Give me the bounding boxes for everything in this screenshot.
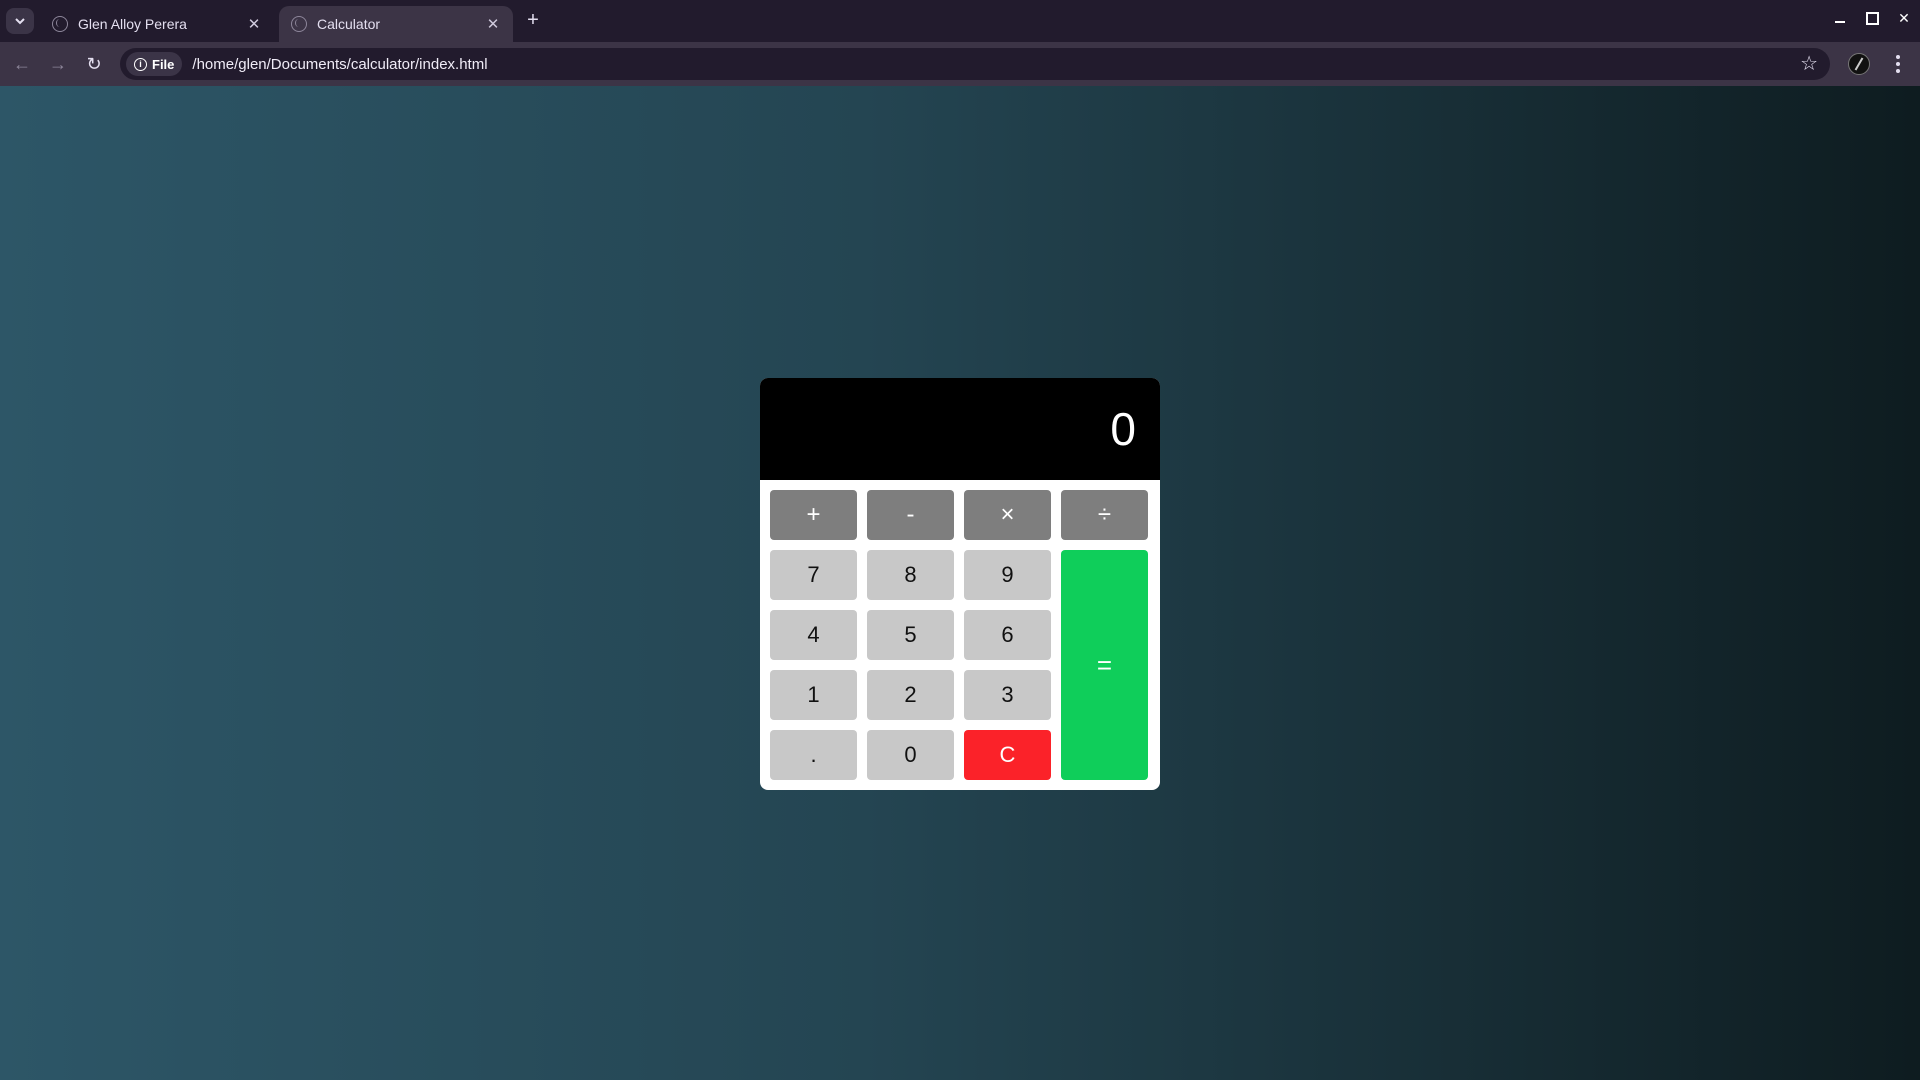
maximize-icon[interactable]: [1864, 10, 1880, 26]
keypad: + - × ÷ 7 8 9 = 4 5 6 1 2 3 . 0 C: [770, 490, 1148, 780]
digit-4-button[interactable]: 4: [770, 610, 857, 660]
globe-icon: [52, 16, 68, 32]
bookmark-star-icon[interactable]: ☆: [1800, 52, 1818, 76]
digit-3-button[interactable]: 3: [964, 670, 1051, 720]
tab-title: Glen Alloy Perera: [78, 16, 187, 32]
multiply-button[interactable]: ×: [964, 490, 1051, 540]
digit-5-button[interactable]: 5: [867, 610, 954, 660]
info-icon: i: [134, 57, 147, 71]
tab-calculator[interactable]: Calculator ✕: [279, 6, 513, 42]
tab-title: Calculator: [317, 16, 381, 32]
digit-9-button[interactable]: 9: [964, 550, 1051, 600]
kebab-menu-icon[interactable]: [1888, 52, 1908, 76]
reload-icon[interactable]: ↻: [82, 52, 106, 76]
page-viewport: 0 + - × ÷ 7 8 9 = 4 5 6 1 2 3 . 0 C: [0, 86, 1920, 1080]
calculator-display: 0: [760, 378, 1160, 480]
close-icon[interactable]: ✕: [485, 15, 501, 33]
new-tab-button[interactable]: +: [522, 10, 544, 32]
calculator: 0 + - × ÷ 7 8 9 = 4 5 6 1 2 3 . 0 C: [760, 378, 1160, 790]
file-chip-label: File: [152, 56, 175, 72]
tab-glen-alloy-perera[interactable]: Glen Alloy Perera ✕: [40, 6, 274, 42]
forward-icon[interactable]: →: [46, 52, 70, 76]
back-icon[interactable]: ←: [10, 52, 34, 76]
address-bar[interactable]: i File /home/glen/Documents/calculator/i…: [120, 48, 1830, 80]
globe-icon: [291, 16, 307, 32]
tab-strip: Glen Alloy Perera ✕ Calculator ✕ + ✕: [0, 0, 1920, 42]
window-controls: ✕: [1832, 10, 1912, 26]
digit-2-button[interactable]: 2: [867, 670, 954, 720]
equals-button[interactable]: =: [1061, 550, 1148, 780]
decimal-button[interactable]: .: [770, 730, 857, 780]
tab-search-button[interactable]: [6, 8, 34, 34]
digit-1-button[interactable]: 1: [770, 670, 857, 720]
chevron-down-icon: [15, 18, 25, 25]
digit-6-button[interactable]: 6: [964, 610, 1051, 660]
digit-8-button[interactable]: 8: [867, 550, 954, 600]
subtract-button[interactable]: -: [867, 490, 954, 540]
add-button[interactable]: +: [770, 490, 857, 540]
url-text[interactable]: /home/glen/Documents/calculator/index.ht…: [192, 56, 487, 73]
divide-button[interactable]: ÷: [1061, 490, 1148, 540]
profile-avatar-icon[interactable]: [1848, 53, 1870, 75]
window-close-icon[interactable]: ✕: [1896, 10, 1912, 26]
clear-button[interactable]: C: [964, 730, 1051, 780]
digit-0-button[interactable]: 0: [867, 730, 954, 780]
minimize-icon[interactable]: [1832, 10, 1848, 26]
site-info-chip[interactable]: i File: [126, 52, 183, 76]
digit-7-button[interactable]: 7: [770, 550, 857, 600]
close-icon[interactable]: ✕: [246, 15, 262, 33]
browser-toolbar: ← → ↻ i File /home/glen/Documents/calcul…: [0, 42, 1920, 86]
